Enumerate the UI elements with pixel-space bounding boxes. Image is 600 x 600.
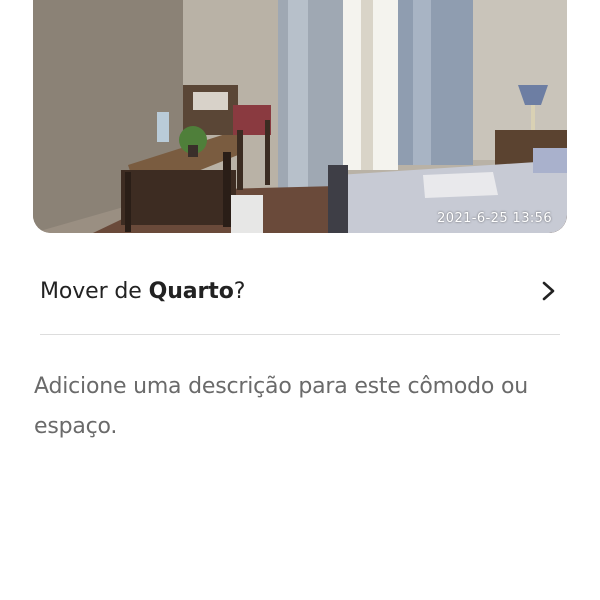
move-room-row[interactable]: Mover de Quarto? [40, 266, 560, 316]
room-description-field[interactable]: Adicione uma descrição para este cômodo … [34, 367, 574, 447]
divider [40, 334, 560, 335]
room-photo[interactable]: 2021-6-25 13:56 [33, 0, 567, 233]
chevron-right-icon[interactable] [540, 279, 558, 303]
room-photo-detail-screen: 2021-6-25 13:56 Mover de Quarto? Adicion… [0, 0, 600, 600]
move-room-prefix: Mover de [40, 278, 149, 304]
current-room-name: Quarto [148, 278, 234, 304]
move-room-suffix: ? [233, 278, 246, 304]
room-photo-image [33, 0, 567, 233]
photo-timestamp: 2021-6-25 13:56 [437, 211, 552, 226]
move-room-label: Mover de Quarto? [40, 279, 245, 304]
